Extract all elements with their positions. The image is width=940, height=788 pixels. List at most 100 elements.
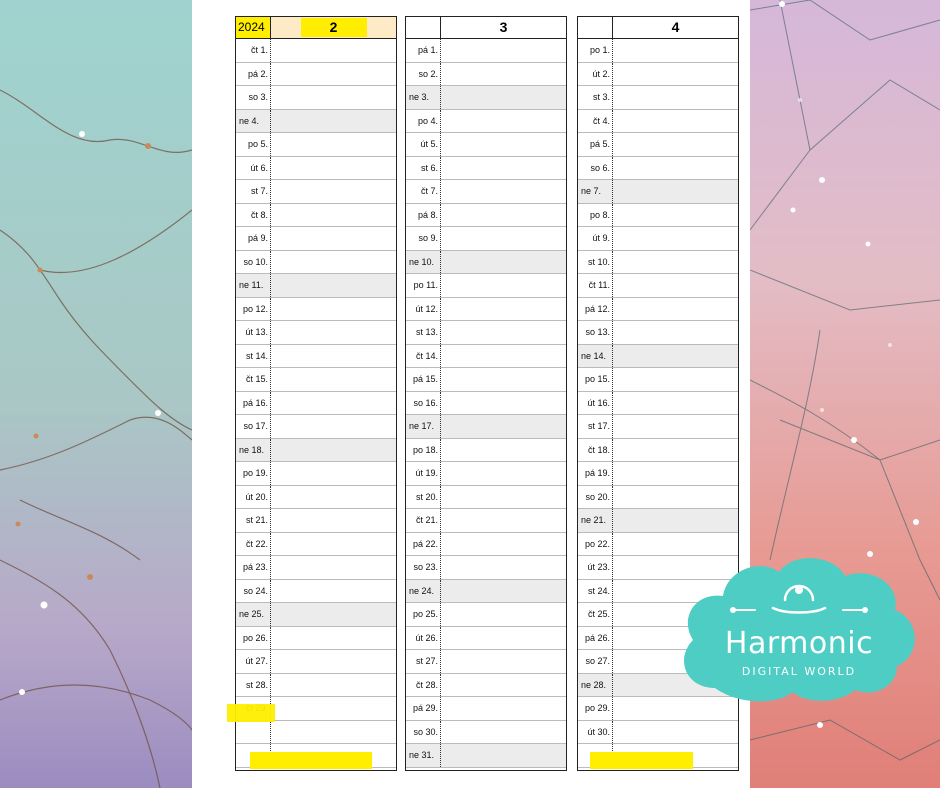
day-note-cell[interactable] [272, 509, 396, 532]
day-note-cell[interactable] [272, 180, 396, 203]
day-note-cell[interactable] [442, 556, 566, 579]
day-label: st 28. [236, 673, 271, 696]
day-label: út 13. [236, 321, 271, 344]
day-note-cell[interactable] [614, 133, 738, 156]
day-note-cell[interactable] [442, 86, 566, 109]
day-note-cell[interactable] [614, 392, 738, 415]
day-note-cell[interactable] [272, 227, 396, 250]
day-note-cell[interactable] [614, 204, 738, 227]
day-note-cell[interactable] [272, 321, 396, 344]
day-note-cell[interactable] [614, 63, 738, 86]
day-note-cell[interactable] [272, 462, 396, 485]
day-note-cell[interactable] [272, 697, 396, 720]
day-note-cell[interactable] [272, 650, 396, 673]
day-note-cell[interactable] [442, 274, 566, 297]
day-note-cell[interactable] [442, 180, 566, 203]
day-label: ne 18. [236, 438, 271, 461]
day-note-cell[interactable] [614, 86, 738, 109]
day-note-cell[interactable] [442, 721, 566, 744]
day-note-cell[interactable] [442, 321, 566, 344]
day-note-cell[interactable] [442, 415, 566, 438]
day-note-cell[interactable] [614, 415, 738, 438]
day-label: so 20. [578, 485, 613, 508]
day-note-cell[interactable] [442, 697, 566, 720]
day-note-cell[interactable] [272, 110, 396, 133]
day-note-cell[interactable] [442, 674, 566, 697]
day-note-cell[interactable] [272, 556, 396, 579]
day-note-cell[interactable] [614, 368, 738, 391]
day-note-cell[interactable] [272, 204, 396, 227]
day-note-cell[interactable] [442, 110, 566, 133]
day-note-cell[interactable] [614, 721, 738, 744]
day-note-cell[interactable] [614, 486, 738, 509]
day-note-cell[interactable] [442, 580, 566, 603]
day-note-cell[interactable] [614, 39, 738, 62]
day-note-cell[interactable] [614, 509, 738, 532]
day-note-cell[interactable] [272, 345, 396, 368]
day-note-cell[interactable] [272, 86, 396, 109]
day-note-cell[interactable] [442, 533, 566, 556]
day-note-cell[interactable] [614, 345, 738, 368]
day-note-cell[interactable] [442, 251, 566, 274]
day-note-cell[interactable] [272, 439, 396, 462]
day-note-cell[interactable] [272, 674, 396, 697]
day-note-cell[interactable] [442, 509, 566, 532]
day-row: st 6. [406, 156, 566, 180]
day-note-cell[interactable] [614, 462, 738, 485]
day-note-cell[interactable] [272, 721, 396, 744]
day-note-cell[interactable] [442, 227, 566, 250]
day-note-cell[interactable] [272, 251, 396, 274]
day-row: po 18. [406, 438, 566, 462]
day-note-cell[interactable] [272, 415, 396, 438]
day-note-cell[interactable] [442, 627, 566, 650]
day-note-cell[interactable] [614, 439, 738, 462]
day-note-cell[interactable] [614, 180, 738, 203]
day-row: ne 25. [236, 603, 396, 627]
day-note-cell[interactable] [614, 110, 738, 133]
day-note-cell[interactable] [272, 274, 396, 297]
day-note-cell[interactable] [442, 345, 566, 368]
day-note-cell[interactable] [272, 157, 396, 180]
day-note-cell[interactable] [442, 298, 566, 321]
day-note-cell[interactable] [272, 533, 396, 556]
day-note-cell[interactable] [272, 298, 396, 321]
day-note-cell[interactable] [442, 744, 566, 767]
day-note-cell[interactable] [272, 580, 396, 603]
day-note-cell[interactable] [442, 486, 566, 509]
day-note-cell[interactable] [442, 650, 566, 673]
day-label: pá 16. [236, 391, 271, 414]
day-note-cell[interactable] [442, 462, 566, 485]
day-note-cell[interactable] [272, 603, 396, 626]
day-row: po 19. [236, 462, 396, 486]
day-row: út 19. [406, 462, 566, 486]
day-note-cell[interactable] [272, 627, 396, 650]
day-note-cell[interactable] [442, 133, 566, 156]
day-note-cell[interactable] [614, 321, 738, 344]
day-row: ne 14. [578, 344, 738, 368]
day-note-cell[interactable] [272, 368, 396, 391]
day-row: st 13. [406, 321, 566, 345]
day-note-cell[interactable] [614, 298, 738, 321]
day-label: ne 31. [406, 744, 441, 767]
day-note-cell[interactable] [442, 204, 566, 227]
day-note-cell[interactable] [442, 157, 566, 180]
day-note-cell[interactable] [442, 368, 566, 391]
day-note-cell[interactable] [614, 274, 738, 297]
day-note-cell[interactable] [442, 439, 566, 462]
day-note-cell[interactable] [442, 603, 566, 626]
day-note-cell[interactable] [272, 63, 396, 86]
day-note-cell[interactable] [614, 157, 738, 180]
day-row: pá 12. [578, 297, 738, 321]
day-label: ne 21. [578, 509, 613, 532]
day-note-cell[interactable] [442, 392, 566, 415]
day-note-cell[interactable] [272, 392, 396, 415]
day-note-cell[interactable] [614, 251, 738, 274]
day-note-cell[interactable] [272, 486, 396, 509]
day-note-cell[interactable] [272, 133, 396, 156]
day-row: čt 22. [236, 532, 396, 556]
day-note-cell[interactable] [442, 39, 566, 62]
day-note-cell[interactable] [442, 63, 566, 86]
day-note-cell[interactable] [272, 39, 396, 62]
day-note-cell[interactable] [614, 227, 738, 250]
day-row: čt 18. [578, 438, 738, 462]
